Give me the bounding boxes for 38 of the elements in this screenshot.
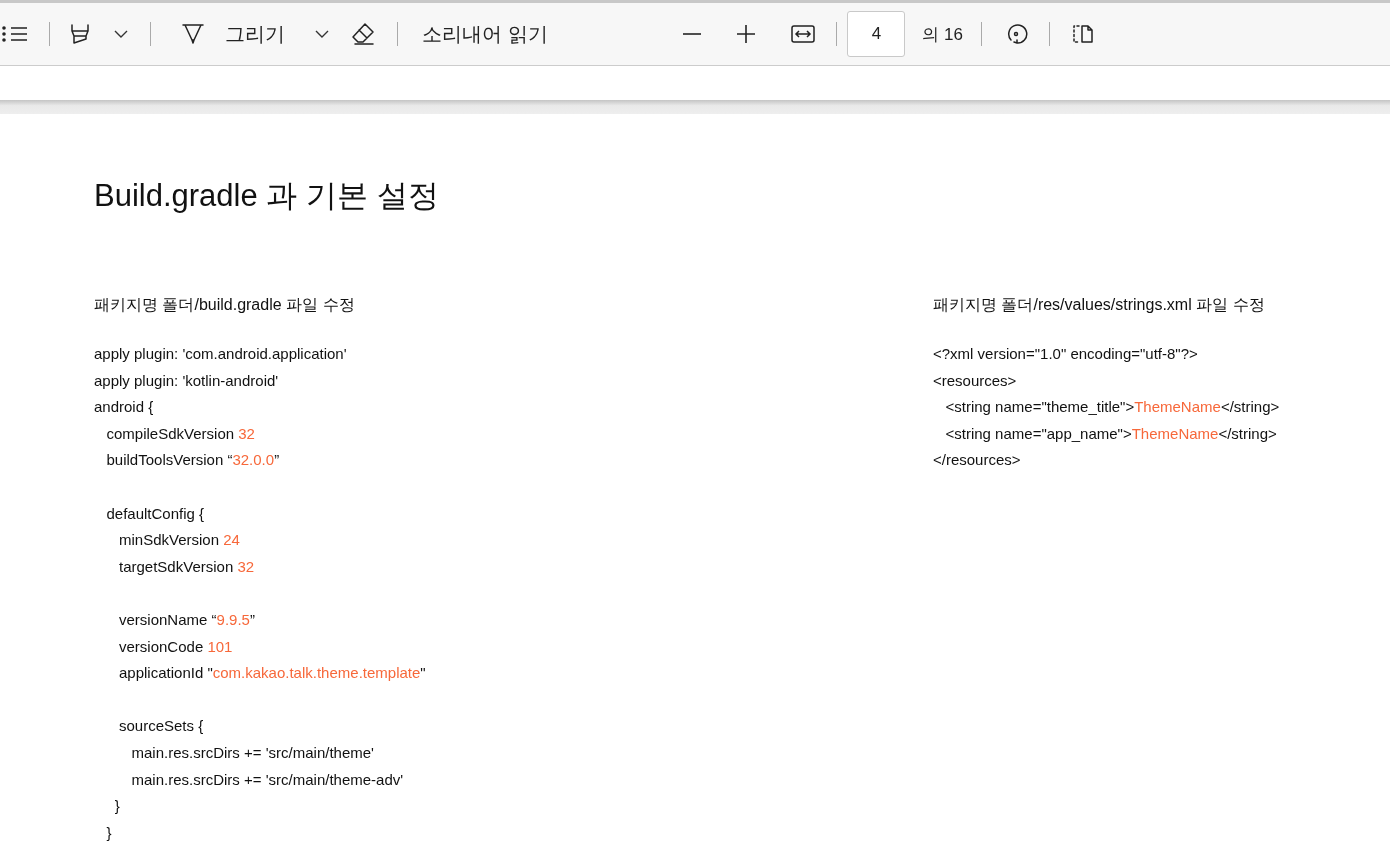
section-heading: 패키지명 폴더/res/values/strings.xml 파일 수정 [933,295,1266,315]
code-line: buildToolsVersion “32.0.0” [105,450,280,471]
plus-icon[interactable] [737,25,756,43]
pen-icon[interactable] [181,22,205,46]
code-line: <string name="app_name">ThemeName</string> [944,423,1277,444]
eraser-icon[interactable] [351,22,375,46]
code-line: } [113,796,120,817]
code-line: } [105,822,112,842]
code-line: applicationId "com.kakao.talk.theme.template" [118,663,426,684]
code-line: minSdkVersion 24 [118,530,240,551]
code-line: main.res.srcDirs += 'src/main/theme-adv' [130,769,404,790]
code-line: <string name="theme_title">ThemeName</string> [944,397,1280,418]
code-line: apply plugin: 'com.android.application' [94,344,347,364]
code-line: </resources> [933,450,1021,471]
code-line: <resources> [933,370,1017,391]
code-line: versionName “9.9.5” [118,609,255,630]
code-line: android { [94,397,154,418]
chevron-down-icon[interactable] [114,30,128,38]
list-icon[interactable] [2,26,28,42]
highlighter-icon[interactable] [68,22,92,46]
code-line: versionCode 101 [118,636,233,657]
code-line: sourceSets { [118,716,204,737]
code-line: main.res.srcDirs += 'src/main/theme' [130,742,374,763]
page-title: Build.gradle 과 기본 설정 [94,177,440,215]
fit-width-icon[interactable] [791,25,816,43]
minus-icon[interactable] [683,33,702,35]
page-layout-icon[interactable] [1070,22,1094,46]
read-aloud-label[interactable]: 소리내어 읽기 [422,20,548,48]
page-number-field[interactable]: 4 [847,11,906,57]
chevron-down-icon[interactable] [315,30,329,38]
code-line: defaultConfig { [105,503,205,524]
code-line: <?xml version="1.0" encoding="utf-8"?> [933,344,1198,364]
page-count: 의 16 [922,23,963,46]
code-line: compileSdkVersion 32 [105,423,255,444]
section-heading: 패키지명 폴더/build.gradle 파일 수정 [94,295,356,315]
draw-label[interactable]: 그리기 [225,20,285,48]
code-line: targetSdkVersion 32 [118,556,255,577]
code-line: apply plugin: 'kotlin-android' [94,370,279,391]
